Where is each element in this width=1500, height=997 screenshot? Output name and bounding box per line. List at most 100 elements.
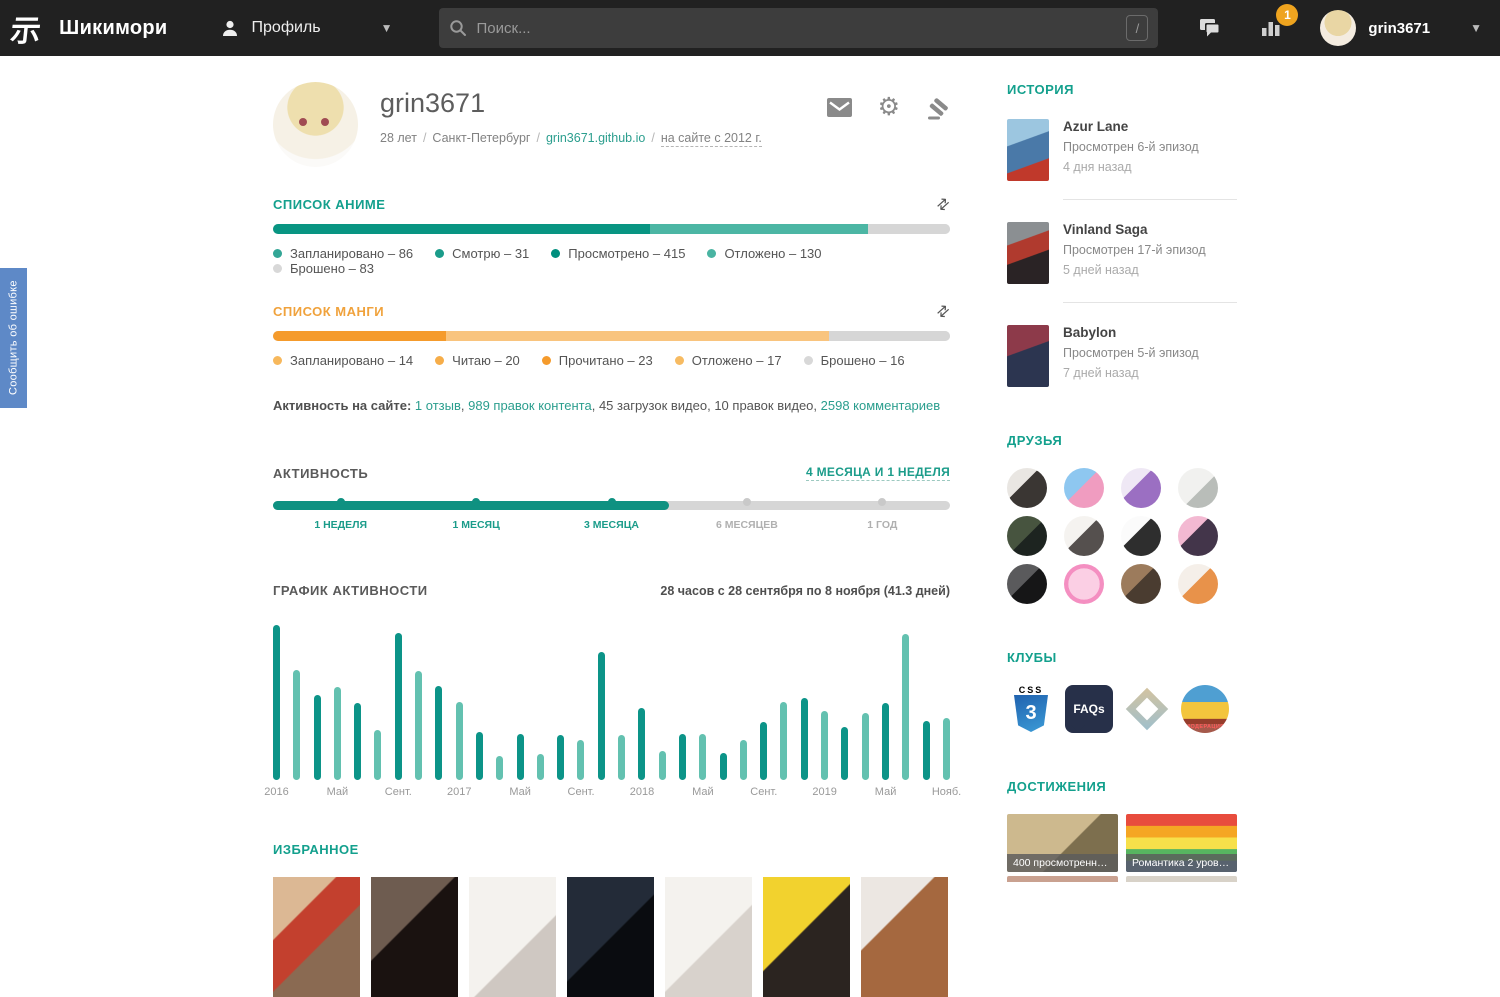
history-item-title[interactable]: Azur Lane xyxy=(1063,119,1199,134)
collapse-icon[interactable]: ⇄ xyxy=(934,302,953,322)
chart-bar xyxy=(740,740,747,780)
user-avatar xyxy=(1320,10,1356,46)
chart-bar xyxy=(618,735,625,780)
brand-link[interactable]: Шикимори xyxy=(59,17,167,40)
friend-avatar[interactable] xyxy=(1007,564,1047,604)
favorite-thumbnail[interactable] xyxy=(273,877,360,997)
chart-bar xyxy=(374,730,381,780)
club-icon-faqs[interactable]: FAQs xyxy=(1065,685,1113,733)
friends-grid xyxy=(1007,468,1237,604)
favorite-thumbnail[interactable] xyxy=(861,877,948,997)
gavel-icon[interactable] xyxy=(926,98,950,120)
legend-dot-icon xyxy=(273,249,282,258)
manga-legend-item[interactable]: Читаю – 20 xyxy=(435,353,520,368)
friend-avatar[interactable] xyxy=(1064,564,1104,604)
profile-meta-item: 28 лет xyxy=(380,131,417,145)
favorite-thumbnail[interactable] xyxy=(371,877,458,997)
history-poster[interactable] xyxy=(1007,325,1049,387)
friend-avatar[interactable] xyxy=(1178,468,1218,508)
slider-stop[interactable] xyxy=(743,498,751,506)
favorite-thumbnail[interactable] xyxy=(665,877,752,997)
club-icon-moderation[interactable]: МОДЕРАЦИЯ xyxy=(1181,685,1229,733)
manga-legend-item[interactable]: Запланировано – 14 xyxy=(273,353,413,368)
legend-dot-icon xyxy=(435,356,444,365)
activity-title: АКТИВНОСТЬ xyxy=(273,466,368,481)
friend-avatar[interactable] xyxy=(1121,564,1161,604)
history-item-title[interactable]: Babylon xyxy=(1063,325,1199,340)
anime-progress-bar xyxy=(273,224,950,234)
club-icon-css3[interactable]: CSS3 xyxy=(1007,685,1055,733)
anime-list-title: СПИСОК АНИМЕ xyxy=(273,197,385,212)
history-poster[interactable] xyxy=(1007,222,1049,284)
history-separator xyxy=(1063,302,1237,303)
anime-legend-item[interactable]: Отложено – 130 xyxy=(707,246,821,261)
manga-legend: Запланировано – 14 Читаю – 20 Прочитано – … xyxy=(273,353,950,368)
activity-count: 45 загрузок видео xyxy=(599,398,707,413)
friend-avatar[interactable] xyxy=(1064,468,1104,508)
manga-bar-segment xyxy=(273,331,446,341)
search-input[interactable] xyxy=(477,20,1127,37)
profile-avatar[interactable] xyxy=(273,82,358,167)
slider-stop[interactable] xyxy=(337,498,345,506)
favorite-thumbnail[interactable] xyxy=(567,877,654,997)
slider-stop-label[interactable]: 3 МЕСЯЦА xyxy=(584,519,639,531)
slider-stop[interactable] xyxy=(472,498,480,506)
messages-button[interactable] xyxy=(1188,7,1232,49)
friend-avatar[interactable] xyxy=(1121,516,1161,556)
history-item-time: 4 дня назад xyxy=(1063,160,1199,174)
friend-avatar[interactable] xyxy=(1178,516,1218,556)
manga-legend-item[interactable]: Отложено – 17 xyxy=(675,353,782,368)
slider-stop-label[interactable]: 6 МЕСЯЦЕВ xyxy=(716,519,778,531)
history-list: Azur LaneПросмотрен 6-й эпизод4 дня наза… xyxy=(1007,119,1237,387)
friend-avatar[interactable] xyxy=(1178,564,1218,604)
slider-stop-label[interactable]: 1 ГОД xyxy=(867,519,897,531)
clubs-title: КЛУБЫ xyxy=(1007,650,1237,665)
chart-bar xyxy=(638,708,645,780)
history-text: BabylonПросмотрен 5-й эпизод7 дней назад xyxy=(1063,325,1199,387)
anime-legend-item[interactable]: Смотрю – 31 xyxy=(435,246,529,261)
club-icon-diamond[interactable] xyxy=(1123,685,1171,733)
activity-count-link[interactable]: 1 отзыв xyxy=(415,398,461,413)
mail-icon[interactable] xyxy=(827,98,852,117)
manga-legend-item[interactable]: Брошено – 16 xyxy=(804,353,905,368)
slider-stop-label[interactable]: 1 МЕСЯЦ xyxy=(452,519,499,531)
friends-section: ДРУЗЬЯ xyxy=(1007,433,1237,604)
friend-avatar[interactable] xyxy=(1007,468,1047,508)
user-menu[interactable]: grin3671 ▼ xyxy=(1320,10,1500,46)
manga-legend-item[interactable]: Прочитано – 23 xyxy=(542,353,653,368)
site-logo[interactable]: 示 xyxy=(0,0,51,56)
anime-legend-item[interactable]: Просмотрено – 415 xyxy=(551,246,685,261)
activity-count-link[interactable]: 2598 комментариев xyxy=(821,398,941,413)
chart-bar xyxy=(720,753,727,780)
slider-stop[interactable] xyxy=(608,498,616,506)
slider-stop-label[interactable]: 1 НЕДЕЛЯ xyxy=(314,519,367,531)
chart-bar xyxy=(314,695,321,780)
friend-avatar[interactable] xyxy=(1064,516,1104,556)
report-bug-tab[interactable]: Сообщить об ошибке xyxy=(0,268,27,408)
nav-profile-menu[interactable]: Профиль ▼ xyxy=(220,18,393,38)
chart-bar xyxy=(577,740,584,780)
profile-site-link[interactable]: grin3671.github.io xyxy=(546,131,645,145)
achievement-card[interactable]: 400 просмотренн… xyxy=(1007,814,1118,872)
favorite-thumbnail[interactable] xyxy=(469,877,556,997)
anime-legend-item[interactable]: Брошено – 83 xyxy=(273,261,374,276)
legend-label: Брошено – 83 xyxy=(290,261,374,276)
chart-bar xyxy=(760,722,767,780)
stats-notifications-button[interactable]: 1 xyxy=(1250,8,1292,48)
slider-stop[interactable] xyxy=(878,498,886,506)
activity-count-link[interactable]: 989 правок контента xyxy=(468,398,592,413)
favorite-thumbnail[interactable] xyxy=(763,877,850,997)
chart-bar xyxy=(557,735,564,780)
chart-title: ГРАФИК АКТИВНОСТИ xyxy=(273,583,428,598)
friend-avatar[interactable] xyxy=(1007,516,1047,556)
anime-legend-item[interactable]: Запланировано – 86 xyxy=(273,246,413,261)
activity-period-slider[interactable]: 1 НЕДЕЛЯ 1 МЕСЯЦ 3 МЕСЯЦА 6 МЕСЯЦЕВ 1 ГОД xyxy=(273,501,950,541)
collapse-icon[interactable]: ⇄ xyxy=(934,195,953,215)
achievement-card[interactable]: Романтика 2 уров… xyxy=(1126,814,1237,872)
gear-icon[interactable]: ⚙ xyxy=(878,98,900,117)
friend-avatar[interactable] xyxy=(1121,468,1161,508)
manga-bar-segment xyxy=(446,331,829,341)
history-item-title[interactable]: Vinland Saga xyxy=(1063,222,1206,237)
history-poster[interactable] xyxy=(1007,119,1049,181)
legend-label: Запланировано – 14 xyxy=(290,353,413,368)
